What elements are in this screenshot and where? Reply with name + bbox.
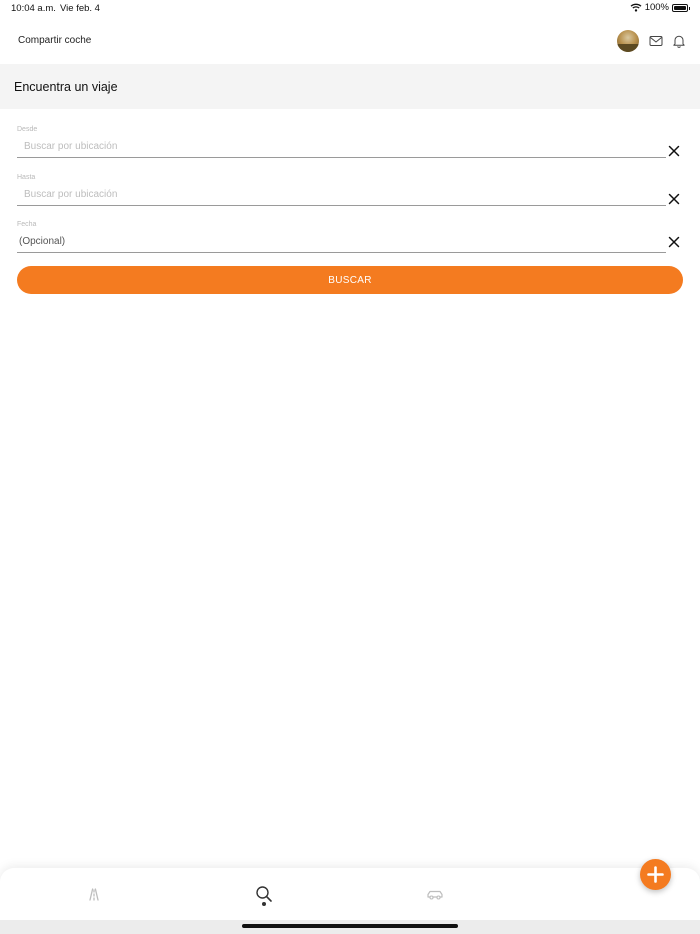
- nav-bar: Compartir coche: [0, 22, 700, 64]
- status-time: 10:04 a.m.: [11, 3, 56, 14]
- status-bar: 10:04 a.m. Vie feb. 4 100%: [0, 0, 700, 18]
- wifi-icon: [630, 3, 642, 12]
- app-title: Compartir coche: [18, 35, 92, 46]
- to-input[interactable]: [17, 184, 666, 206]
- plus-icon: [647, 866, 664, 883]
- from-label: Desde: [17, 126, 38, 133]
- road-icon[interactable]: [84, 884, 104, 904]
- date-input[interactable]: [17, 231, 666, 253]
- battery-icon: [672, 3, 690, 12]
- bell-icon[interactable]: [671, 33, 687, 49]
- search-icon[interactable]: [254, 884, 274, 904]
- to-label: Hasta: [17, 174, 36, 181]
- mail-icon[interactable]: [648, 33, 664, 49]
- from-field-group: Desde: [17, 126, 683, 160]
- home-indicator[interactable]: [242, 924, 458, 928]
- date-field-group: Fecha: [17, 221, 683, 255]
- tab-bar: [0, 868, 700, 921]
- to-field-group: Hasta: [17, 174, 683, 208]
- add-trip-button[interactable]: [640, 859, 671, 890]
- search-button[interactable]: BUSCAR: [17, 266, 683, 294]
- section-header: Encuentra un viaje: [0, 64, 700, 109]
- avatar[interactable]: [617, 30, 639, 52]
- active-tab-indicator: [262, 902, 266, 906]
- car-icon[interactable]: [425, 884, 445, 904]
- battery-percent: 100%: [644, 2, 669, 13]
- clear-from-icon[interactable]: [667, 144, 681, 158]
- clear-to-icon[interactable]: [667, 192, 681, 206]
- status-date: Vie feb. 4: [60, 3, 100, 14]
- from-input[interactable]: [17, 136, 666, 158]
- page-title: Encuentra un viaje: [14, 80, 118, 94]
- status-right: 100%: [630, 2, 690, 13]
- clear-date-icon[interactable]: [667, 235, 681, 249]
- date-label: Fecha: [17, 221, 37, 228]
